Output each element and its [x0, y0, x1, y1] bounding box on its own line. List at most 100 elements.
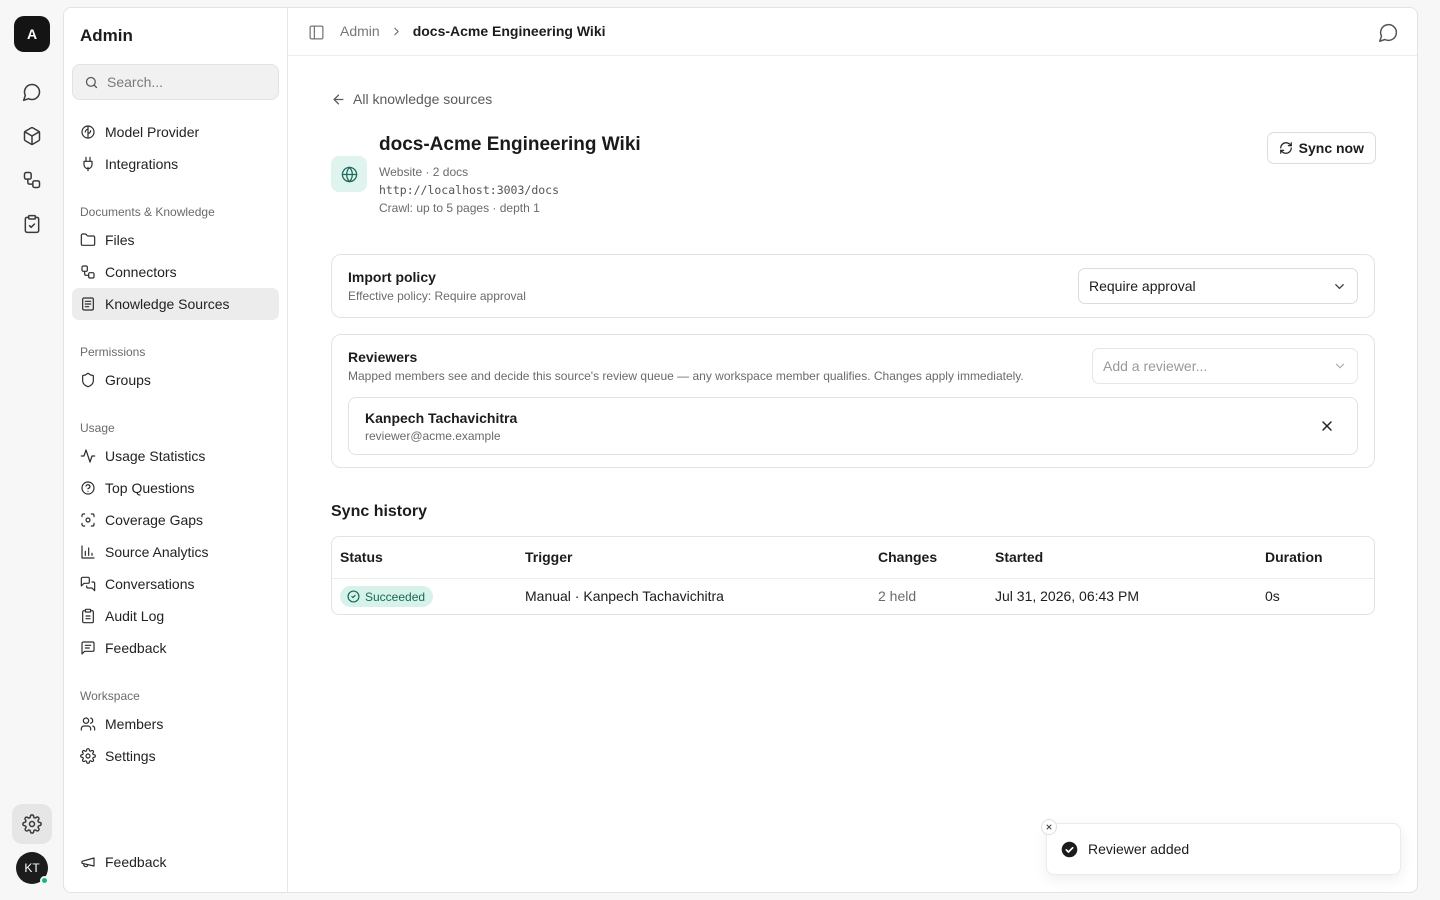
sidebar-item-label: Conversations: [105, 576, 195, 592]
avatar-initials: KT: [24, 861, 40, 875]
workspace-logo[interactable]: A: [14, 16, 50, 52]
changes-cell: 2 held: [878, 588, 917, 604]
sidebar-item-knowledge-sources[interactable]: Knowledge Sources: [72, 288, 279, 320]
column-header: Changes: [878, 549, 938, 565]
globe-icon: [331, 156, 367, 192]
sidebar-item-audit-log[interactable]: Audit Log: [72, 600, 279, 632]
messages-icon: [80, 576, 96, 592]
sidebar-item-label: Feedback: [105, 640, 167, 656]
plug-icon: [83, 156, 93, 172]
check-circle-icon: [347, 590, 360, 603]
book-icon: [82, 297, 94, 311]
toast-close-button[interactable]: [1041, 819, 1057, 835]
search-input[interactable]: [107, 74, 267, 90]
sidebar-item-groups[interactable]: Groups: [72, 364, 279, 396]
started-cell: Jul 31, 2026, 06:43 PM: [995, 588, 1139, 604]
shield-icon: [82, 372, 94, 388]
sidebar-footer-feedback[interactable]: Feedback: [72, 846, 279, 878]
online-status-dot: [40, 876, 49, 885]
admin-sidebar: Admin Model Provider Integrations Docume…: [64, 8, 288, 892]
sidebar-title: Admin: [80, 26, 133, 45]
source-meta: Website · 2 docs http://localhost:3003/d…: [379, 163, 559, 217]
sidebar-item-model-provider[interactable]: Model Provider: [72, 116, 279, 148]
user-avatar[interactable]: KT: [16, 852, 49, 885]
toast-message: Reviewer added: [1088, 841, 1190, 857]
source-crawl-settings: Crawl: up to 5 pages · depth 1: [379, 201, 540, 215]
add-reviewer-placeholder: Add a reviewer...: [1103, 358, 1208, 374]
trigger-cell: Manual · Kanpech Tachavichitra: [525, 588, 724, 604]
sidebar-group-usage: Usage: [80, 421, 115, 435]
chevron-down-icon: [1335, 283, 1344, 289]
reviewers-subtitle: Mapped members see and decide this sourc…: [348, 369, 1024, 383]
sidebar-item-feedback[interactable]: Feedback: [72, 632, 279, 664]
breadcrumb-current: docs-Acme Engineering Wiki: [412, 23, 606, 39]
reviewers-card: Reviewers Mapped members see and decide …: [331, 334, 1375, 468]
sidebar-item-label: Groups: [105, 372, 151, 388]
scan-icon: [81, 513, 95, 527]
sidebar-group-permissions: Permissions: [80, 345, 146, 359]
sidebar-item-label: Feedback: [105, 854, 167, 870]
page-title: docs-Acme Engineering Wiki: [379, 134, 641, 155]
sidebar-item-label: Members: [105, 716, 164, 732]
folder-icon: [80, 233, 96, 246]
column-header: Started: [995, 549, 1044, 565]
breadcrumb-admin[interactable]: Admin: [340, 23, 380, 39]
add-reviewer-select[interactable]: Add a reviewer...: [1092, 348, 1358, 384]
refresh-icon: [1279, 142, 1292, 154]
reviewers-title: Reviewers: [348, 349, 418, 365]
sidebar-item-label: Settings: [105, 748, 156, 764]
sidebar-item-source-analytics[interactable]: Source Analytics: [72, 536, 279, 568]
clipboard-icon[interactable]: [12, 204, 52, 244]
import-policy-subtitle: Effective policy: Require approval: [348, 289, 526, 303]
activity-icon: [80, 449, 96, 463]
sidebar-item-label: Top Questions: [105, 480, 195, 496]
sidebar-item-files[interactable]: Files: [72, 224, 279, 256]
chat-icon[interactable]: [12, 72, 52, 112]
workflow-icon[interactable]: [12, 160, 52, 200]
sidebar-item-connectors[interactable]: Connectors: [72, 256, 279, 288]
column-header: Status: [340, 549, 383, 565]
sync-now-label: Sync now: [1298, 140, 1364, 156]
back-link[interactable]: All knowledge sources: [331, 91, 492, 107]
users-icon: [80, 717, 96, 731]
source-type-count: Website · 2 docs: [379, 165, 469, 179]
chevron-right-icon: [394, 27, 399, 35]
sidebar-item-integrations[interactable]: Integrations: [72, 148, 279, 180]
table-header-divider: [332, 578, 1374, 579]
import-policy-select[interactable]: Require approval: [1078, 268, 1358, 304]
source-url: http://localhost:3003/docs: [379, 183, 560, 197]
sidebar-item-members[interactable]: Members: [72, 708, 279, 740]
sidebar-search[interactable]: [72, 64, 279, 100]
toast-notification: Reviewer added: [1046, 823, 1401, 875]
top-bar: Admin docs-Acme Engineering Wiki: [288, 8, 1417, 56]
status-text: Succeeded: [365, 589, 426, 604]
clipboard-list-icon: [82, 608, 94, 624]
question-icon: [81, 481, 95, 495]
sidebar-item-usage-statistics[interactable]: Usage Statistics: [72, 440, 279, 472]
reviewer-email: reviewer@acme.example: [365, 429, 501, 443]
search-icon: [85, 76, 98, 88]
sidebar-item-conversations[interactable]: Conversations: [72, 568, 279, 600]
sidebar-item-settings[interactable]: Settings: [72, 740, 279, 772]
breadcrumb: Admin docs-Acme Engineering Wiki: [340, 23, 606, 39]
sidebar-item-top-questions[interactable]: Top Questions: [72, 472, 279, 504]
icon-rail: A KT: [0, 0, 64, 900]
sync-now-button[interactable]: Sync now: [1266, 132, 1376, 164]
column-header: Trigger: [525, 549, 573, 565]
sidebar-item-label: Files: [105, 232, 135, 248]
brain-icon: [81, 125, 95, 139]
megaphone-icon: [81, 857, 95, 868]
sidebar-item-label: Coverage Gaps: [105, 512, 204, 528]
gear-icon[interactable]: [12, 804, 52, 844]
remove-reviewer-button[interactable]: [1319, 418, 1335, 434]
sidebar-item-coverage-gaps[interactable]: Coverage Gaps: [72, 504, 279, 536]
chat-bubble-icon[interactable]: [1378, 22, 1399, 43]
sidebar-group-workspace: Workspace: [80, 689, 140, 703]
status-badge: Succeeded: [340, 586, 434, 607]
sync-history-table: Status Trigger Changes Started Duration …: [331, 536, 1375, 615]
import-policy-title: Import policy: [348, 269, 436, 285]
gear-icon: [80, 748, 96, 764]
sidebar-toggle-icon[interactable]: [308, 24, 325, 41]
sidebar-item-label: Connectors: [105, 264, 177, 280]
cube-icon[interactable]: [12, 116, 52, 156]
